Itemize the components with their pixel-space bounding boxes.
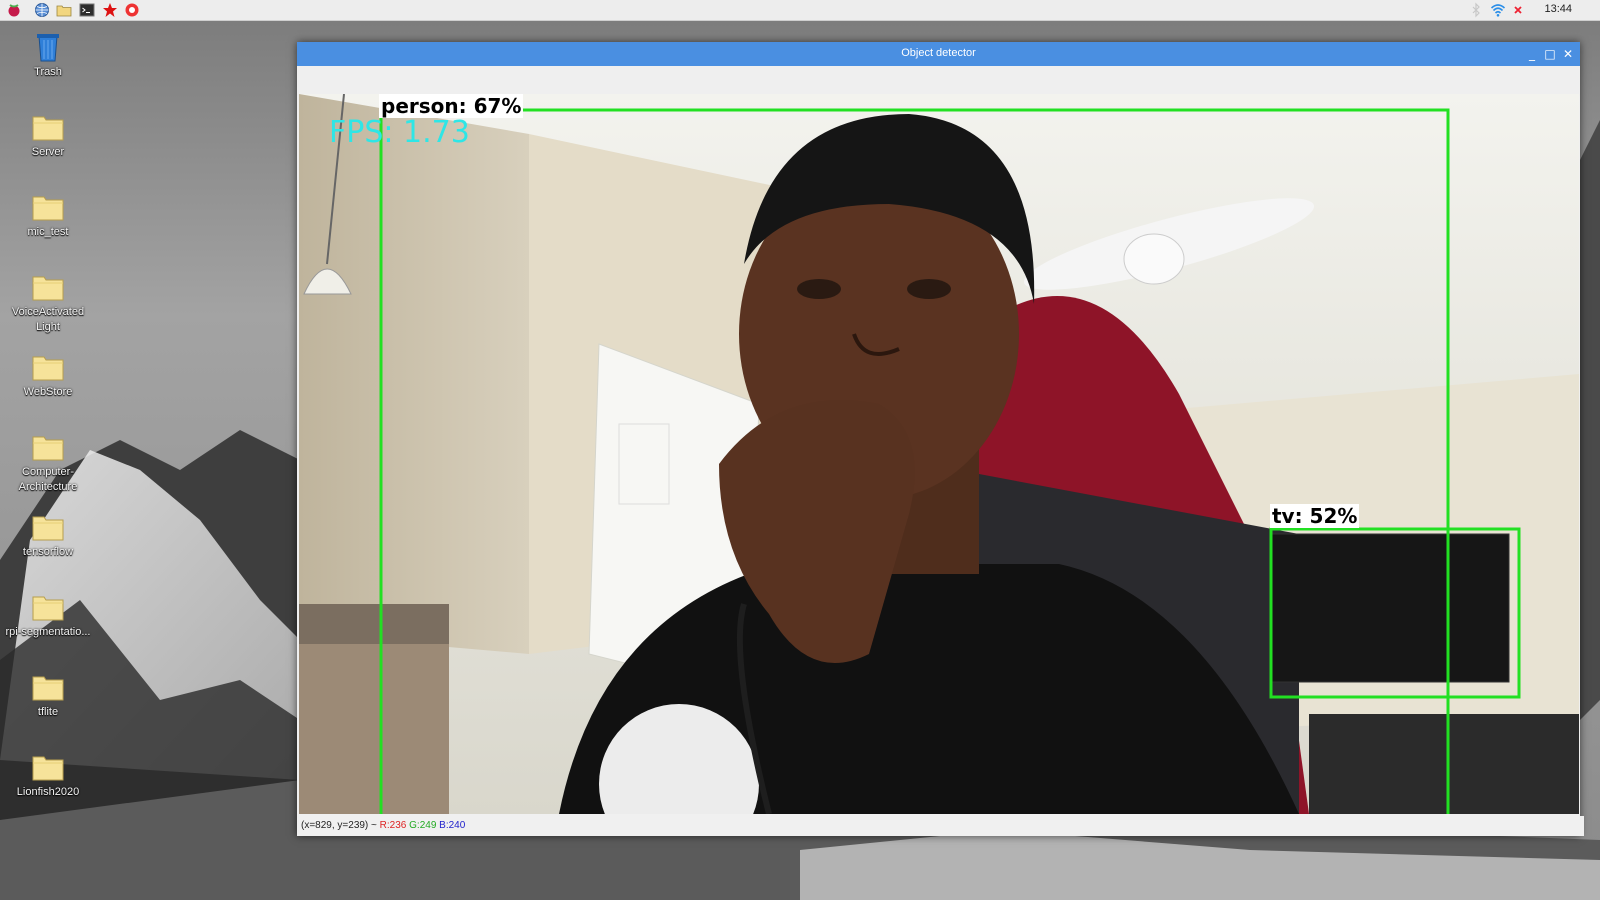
raspberry-menu-icon[interactable] — [6, 2, 22, 18]
folder-icon — [32, 276, 64, 301]
wifi-icon[interactable] — [1490, 2, 1506, 18]
folder-icon — [32, 436, 64, 461]
terminal-icon[interactable] — [79, 2, 95, 18]
desktop-folder-rpi-segmentation[interactable]: rpi-segmentatio... — [4, 592, 92, 640]
desktop-folder-mic-test[interactable]: mic_test — [4, 192, 92, 240]
camera-frame[interactable]: person: 67% tv: 52% FPS: 1.73 — [299, 94, 1579, 814]
window-title: Object detector — [901, 47, 976, 59]
pixel-blue-value: B:240 — [439, 820, 466, 831]
status-bar: (x=829, y=239) ~ R:236 G:249 B:240 — [297, 816, 1584, 836]
file-manager-icon[interactable] — [56, 2, 72, 18]
folder-icon — [32, 196, 64, 221]
mathematica-icon[interactable] — [102, 2, 118, 18]
desktop-icon-label: VoiceActivated Light — [11, 306, 85, 333]
desktop-icon-label: tensorflow — [22, 546, 74, 558]
folder-icon — [32, 356, 64, 381]
window-toolbar — [297, 66, 1580, 96]
desktop-folder-server[interactable]: Server — [4, 112, 92, 160]
fps-counter: FPS: 1.73 — [329, 115, 470, 150]
desktop-folder-webstore[interactable]: WebStore — [4, 352, 92, 400]
desktop-icon-label: Trash — [34, 66, 62, 78]
close-button[interactable]: ✕ — [1560, 46, 1576, 62]
wolfram-icon[interactable] — [124, 2, 140, 18]
trash-icon — [37, 34, 59, 62]
minimize-button[interactable]: _ — [1524, 46, 1540, 62]
desktop-folder-computer-architecture[interactable]: Computer-Architecture — [4, 432, 92, 495]
desktop-icon-label: tflite — [37, 706, 59, 718]
object-detector-window: Object detector _ □ ✕ person: 67% tv: 52… — [297, 42, 1584, 836]
folder-icon — [32, 116, 64, 141]
desktop-icon-label: Server — [31, 146, 65, 158]
web-browser-icon[interactable] — [34, 2, 50, 18]
desktop-folder-tensorflow[interactable]: tensorflow — [4, 512, 92, 560]
volume-muted-icon[interactable] — [1510, 2, 1526, 18]
clock[interactable]: 13:44 — [1544, 3, 1572, 15]
desktop-icon-label: Computer-Architecture — [18, 466, 78, 493]
tv-detection-label: tv: 52% — [1270, 504, 1360, 528]
desktop-folder-lionfish2020[interactable]: Lionfish2020 — [4, 752, 92, 800]
folder-icon — [32, 596, 64, 621]
detection-overlay — [379, 108, 1521, 814]
folder-icon — [32, 516, 64, 541]
person-bounding-box — [379, 108, 1450, 814]
desktop-icon-trash[interactable]: Trash — [4, 32, 92, 80]
taskbar: 13:44 — [0, 0, 1600, 21]
maximize-button[interactable]: □ — [1542, 46, 1558, 62]
desktop-folder-tflite[interactable]: tflite — [4, 672, 92, 720]
window-titlebar[interactable]: Object detector _ □ ✕ — [297, 42, 1580, 66]
desktop-icon-label: mic_test — [27, 226, 69, 238]
cursor-coordinates: (x=829, y=239) ~ — [301, 820, 377, 831]
tv-bounding-box — [1269, 527, 1521, 699]
folder-icon — [32, 756, 64, 781]
desktop-folder-voiceactivated-light[interactable]: VoiceActivated Light — [4, 272, 92, 335]
desktop-icon-label: rpi-segmentatio... — [5, 626, 91, 638]
folder-icon — [32, 676, 64, 701]
pixel-red-value: R:236 — [379, 820, 407, 831]
desktop-icon-label: WebStore — [23, 386, 73, 398]
pixel-green-value: G:249 — [409, 820, 437, 831]
bluetooth-icon[interactable] — [1468, 2, 1484, 18]
desktop-icon-label: Lionfish2020 — [16, 786, 80, 798]
